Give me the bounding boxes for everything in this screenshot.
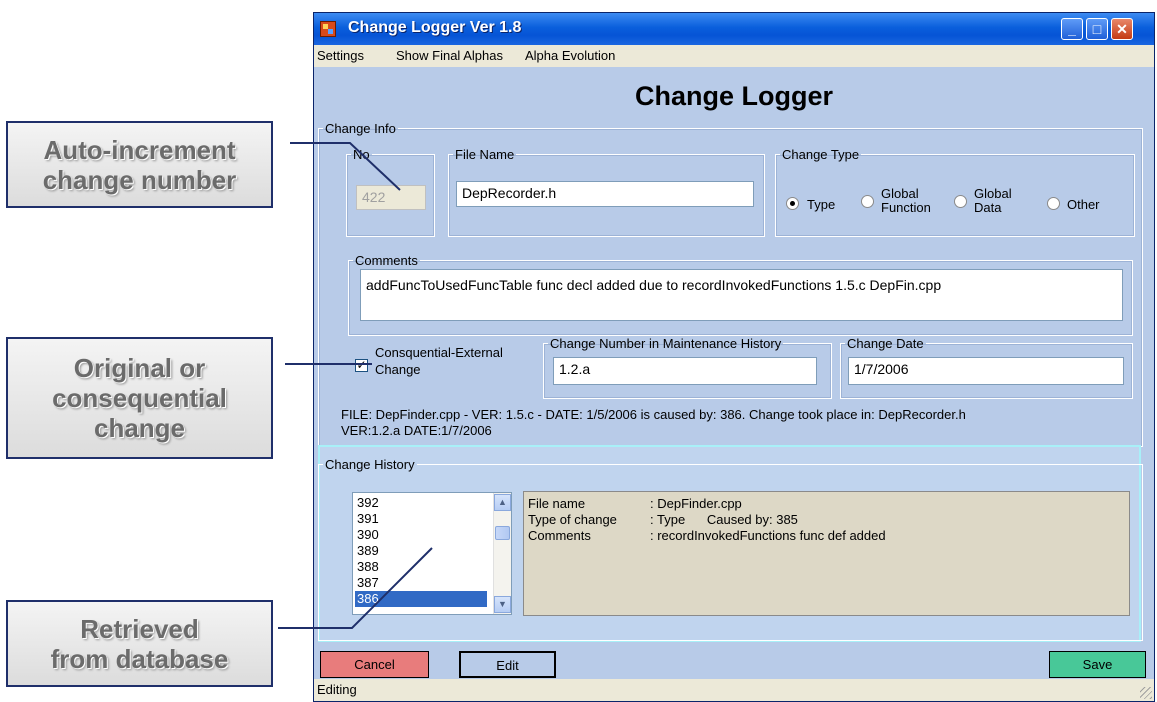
callout-leader-lines bbox=[278, 142, 433, 629]
leader-line-auto-increment bbox=[290, 142, 401, 191]
leader-line-retrieved bbox=[278, 547, 433, 629]
